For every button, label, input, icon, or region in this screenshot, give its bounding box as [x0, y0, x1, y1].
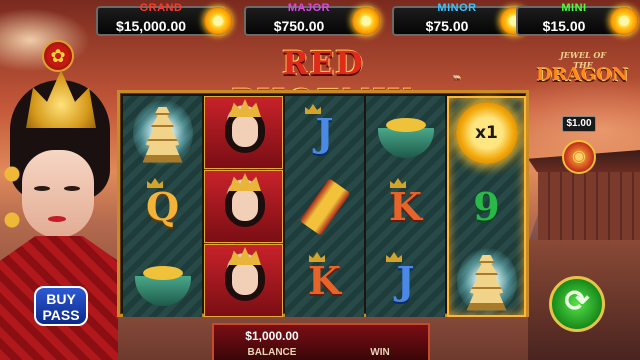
- symbol-multiplier: x1: [447, 96, 526, 169]
- gold-bowl-icon: [377, 117, 434, 158]
- jackpot-grand: GRAND $15,000.00: [96, 2, 232, 36]
- reel-3: JK: [285, 96, 364, 317]
- reels-grid: Q J K K Jx1 9: [117, 90, 529, 317]
- symbol-empress: [204, 244, 283, 317]
- gear-icon: ✿: [50, 45, 66, 66]
- empress-crown: [229, 247, 261, 265]
- jackpot-grand-label: GRAND: [139, 2, 183, 14]
- symbol-scroll: [285, 170, 364, 243]
- jackpot-major-value: $750.00: [273, 18, 325, 34]
- balance-label: BALANCE: [247, 347, 297, 358]
- crown-icon: [390, 178, 406, 188]
- gold-pile: [142, 265, 183, 280]
- jackpot-bar: GRAND $15,000.00 MAJOR $750.00 MINOR $75…: [96, 0, 640, 38]
- side-logo-top: JEWEL OF THE: [559, 50, 607, 70]
- symbol-j: J: [366, 244, 445, 317]
- symbol-letter: K: [388, 184, 423, 229]
- symbol-pagoda: [447, 244, 526, 317]
- symbol-pagoda: [123, 96, 202, 169]
- reel-5: x1 9: [447, 96, 526, 317]
- symbol-letter: 9: [473, 184, 500, 229]
- empress-face: [232, 263, 258, 295]
- multiplier-coin: x1: [455, 101, 518, 164]
- buy-pass-button[interactable]: BUY PASS: [34, 286, 88, 326]
- gem-icon: [204, 7, 232, 35]
- crown-icon: [147, 178, 163, 188]
- symbol-k: K: [285, 244, 364, 317]
- spin-arrows-icon: ⟳: [564, 285, 590, 318]
- balance-value: $1,000.00: [245, 329, 299, 343]
- symbol-j: J: [285, 96, 364, 169]
- symbol-empress: [204, 170, 283, 243]
- jackpot-major: MAJOR $750.00: [244, 2, 380, 36]
- empress-face: [22, 150, 94, 238]
- spin-button[interactable]: ⟳: [549, 276, 605, 332]
- trademark-symbol: ™: [453, 74, 462, 84]
- symbol-bowl: [123, 244, 202, 317]
- buy-pass-line1: BUY: [46, 291, 76, 307]
- symbol-9: 9: [447, 170, 526, 243]
- gold-bowl-icon: [134, 265, 191, 306]
- reel-4: KJ: [366, 96, 445, 317]
- gold-pile: [385, 117, 426, 132]
- empress-crown: [229, 99, 261, 117]
- empress-crown: [26, 70, 96, 128]
- win-label: WIN: [370, 347, 390, 358]
- reel-2: [204, 96, 283, 317]
- jackpot-major-label: MAJOR: [287, 2, 331, 14]
- gem-icon: [610, 7, 638, 35]
- crown-icon: [309, 252, 325, 262]
- settings-button[interactable]: ✿: [42, 40, 74, 72]
- symbol-bowl: [366, 96, 445, 169]
- buy-pass-line2: PASS: [42, 307, 80, 323]
- jackpot-mini: MINI $15.00: [516, 2, 638, 36]
- empress-lips: [48, 216, 66, 222]
- symbol-letter: J: [396, 258, 415, 303]
- jackpot-minor-label: MINOR: [437, 2, 477, 14]
- crown-icon: [305, 104, 321, 114]
- empress-eye: [64, 186, 80, 191]
- bet-amount[interactable]: $1.00: [562, 116, 596, 132]
- jackpot-minor-value: $75.00: [425, 18, 469, 34]
- symbol-letter: Q: [145, 184, 180, 229]
- empress-crown: [229, 173, 261, 191]
- side-logo: JEWEL OF THE DRAGON: [536, 50, 628, 96]
- symbol-k: K: [366, 170, 445, 243]
- symbol-q: Q: [123, 170, 202, 243]
- jackpot-grand-value: $15,000.00: [115, 18, 187, 34]
- symbol-letter: J: [315, 110, 334, 155]
- reel-1: Q: [123, 96, 202, 317]
- gem-icon: [352, 7, 380, 35]
- crown-icon: [386, 252, 402, 262]
- jackpot-mini-value: $15.00: [542, 18, 586, 34]
- coin-stack-icon: ◉: [572, 148, 586, 165]
- empress-face: [232, 189, 258, 221]
- game-title: RED PHOENIX ™: [186, 44, 462, 120]
- scroll-icon: [298, 177, 351, 236]
- bet-button[interactable]: ◉: [562, 140, 596, 174]
- empress-eye: [34, 186, 50, 191]
- symbol-letter: K: [307, 258, 342, 303]
- status-bar: $1,000.00 BALANCE WIN: [212, 323, 430, 360]
- empress-face: [232, 115, 258, 147]
- side-logo-main: DRAGON: [536, 64, 629, 85]
- symbol-empress: [204, 96, 283, 169]
- jackpot-minor: MINOR $75.00: [392, 2, 528, 36]
